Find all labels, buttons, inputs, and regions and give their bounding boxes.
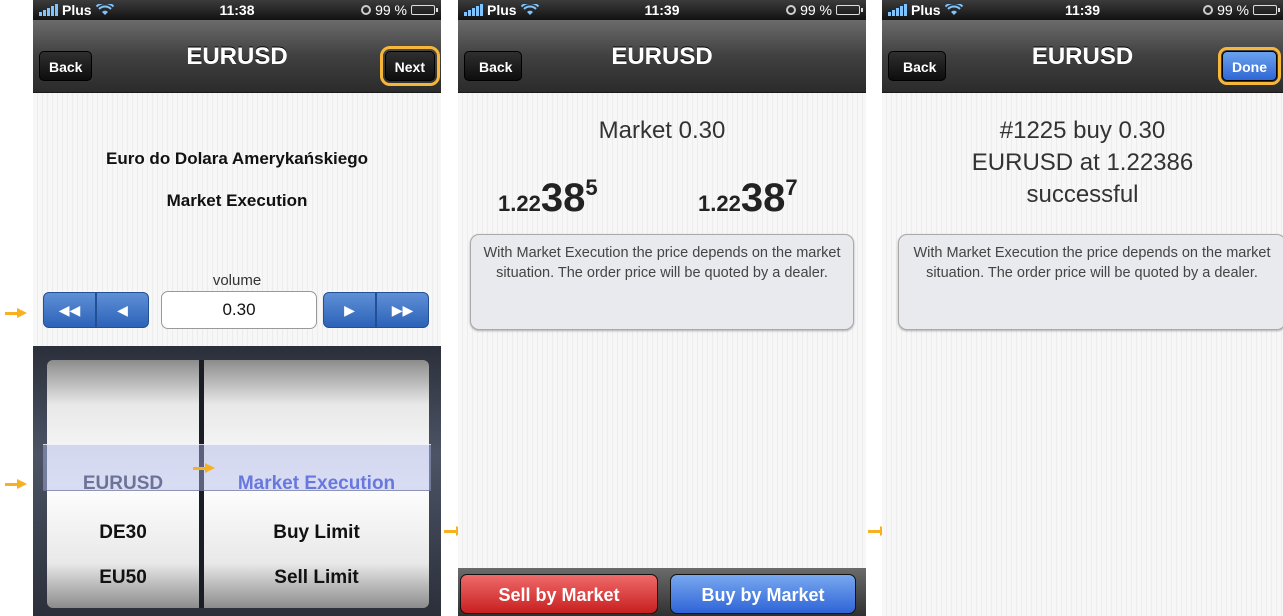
- left-icon: ◀: [117, 301, 128, 318]
- done-button[interactable]: Done: [1218, 47, 1281, 85]
- picker-item[interactable]: Buy Limit: [204, 522, 429, 544]
- screen-order-confirm: Plus 11:39 99 % Back EURUSD Market 0.30 …: [458, 0, 866, 616]
- fast-increase-button[interactable]: ▶▶: [376, 292, 429, 328]
- battery-percent: 99 %: [800, 2, 832, 18]
- volume-label: volume: [212, 272, 262, 289]
- picker-item[interactable]: Sell Limit: [204, 567, 429, 589]
- nav-bar: Back EURUSD Next: [33, 20, 441, 93]
- next-button[interactable]: Next: [379, 46, 441, 86]
- battery-indicator: 99 %: [361, 2, 438, 18]
- nav-bar: Back EURUSD Done: [882, 20, 1283, 93]
- annotation-arrow-picker: [5, 479, 29, 490]
- bid-price: 1.22385: [498, 175, 598, 221]
- status-bar: Plus 11:39 99 %: [458, 0, 866, 20]
- ask-price-pips: 38: [740, 176, 786, 220]
- nav-title: EURUSD: [186, 43, 288, 70]
- screen-order-result: Plus 11:39 99 % Back EURUSD Done #1225 b…: [882, 0, 1283, 616]
- result-line-2: EURUSD at 1.22386: [971, 149, 1194, 176]
- ask-price-fraction: 7: [785, 175, 798, 200]
- bid-price-fraction: 5: [585, 175, 598, 200]
- battery-indicator: 99 %: [786, 2, 863, 18]
- picker[interactable]: EURUSD DE30 EU50 Market Execution Buy Li…: [33, 346, 441, 616]
- volume-increase-stepper: ▶ ▶▶: [323, 292, 429, 328]
- action-bar: Sell by Market Buy by Market: [458, 568, 866, 616]
- increase-button[interactable]: ▶: [323, 292, 376, 328]
- result-line-3: successful: [1026, 181, 1139, 208]
- battery-percent: 99 %: [375, 2, 407, 18]
- picker-item[interactable]: DE30: [47, 522, 199, 544]
- status-bar: Plus 11:38 99 %: [33, 0, 441, 20]
- annotation-arrow-volume: [5, 308, 29, 319]
- battery-icon: [411, 5, 438, 15]
- alarm-icon: [1203, 5, 1214, 15]
- bid-price-prefix: 1.22: [498, 191, 541, 216]
- instrument-name: Euro do Dolara Amerykańskiego: [105, 149, 368, 168]
- alarm-icon: [361, 5, 372, 15]
- double-left-icon: ◀◀: [58, 301, 81, 318]
- execution-mode: Market Execution: [166, 191, 308, 210]
- ask-price: 1.22387: [698, 175, 798, 221]
- annotation-arrow-order-type: [193, 463, 217, 474]
- info-box: With Market Execution the price depends …: [898, 234, 1283, 330]
- right-icon: ▶: [344, 301, 355, 318]
- volume-input[interactable]: 0.30: [161, 291, 317, 329]
- battery-icon: [836, 5, 863, 15]
- ask-price-prefix: 1.22: [698, 191, 741, 216]
- result-line-1: #1225 buy 0.30: [999, 117, 1166, 144]
- decrease-button[interactable]: ◀: [96, 292, 149, 328]
- battery-icon: [1253, 5, 1280, 15]
- battery-percent: 99 %: [1217, 2, 1249, 18]
- picker-item[interactable]: EU50: [47, 567, 199, 589]
- sell-by-market-button[interactable]: Sell by Market: [460, 574, 658, 614]
- fast-decrease-button[interactable]: ◀◀: [43, 292, 96, 328]
- volume-decrease-stepper: ◀◀ ◀: [43, 292, 149, 328]
- info-box: With Market Execution the price depends …: [470, 234, 854, 330]
- status-bar: Plus 11:39 99 %: [882, 0, 1283, 20]
- buy-by-market-button[interactable]: Buy by Market: [670, 574, 856, 614]
- nav-title: EURUSD: [611, 43, 713, 70]
- alarm-icon: [786, 5, 797, 15]
- picker-selection-band: [43, 444, 431, 491]
- order-confirm-panel: Market 0.30 1.22385 1.22387 With Market …: [458, 93, 866, 616]
- battery-indicator: 99 %: [1203, 2, 1280, 18]
- double-right-icon: ▶▶: [391, 301, 414, 318]
- order-result-panel: #1225 buy 0.30 EURUSD at 1.22386 success…: [882, 93, 1283, 616]
- order-title: Market 0.30: [598, 117, 726, 144]
- order-form: Euro do Dolara Amerykańskiego Market Exe…: [33, 93, 441, 616]
- nav-bar: Back EURUSD: [458, 20, 866, 93]
- bid-price-pips: 38: [540, 176, 586, 220]
- screen-order-setup: Plus 11:38 99 % Back EURUSD Next Euro do…: [33, 0, 441, 616]
